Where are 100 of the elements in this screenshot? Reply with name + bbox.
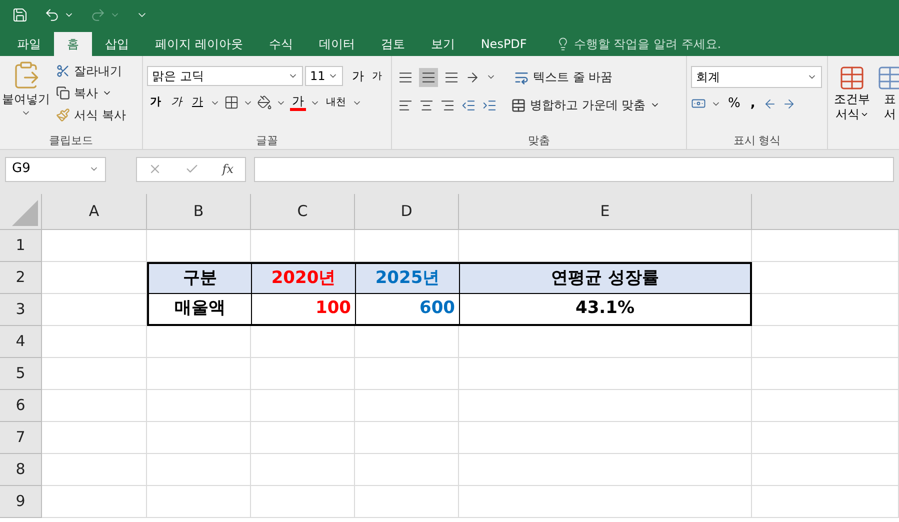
- grid-cell[interactable]: [459, 454, 752, 486]
- name-box[interactable]: G9: [5, 156, 106, 182]
- font-color-button[interactable]: 가: [290, 94, 306, 111]
- grid-cell[interactable]: [459, 326, 752, 358]
- ribbon-tab[interactable]: 파일: [4, 32, 54, 56]
- conditional-formatting-button[interactable]: 조건부 서식: [834, 64, 870, 149]
- grow-font-button[interactable]: 가: [349, 67, 367, 85]
- grid-cell[interactable]: [147, 358, 251, 390]
- grid-cell[interactable]: [752, 294, 899, 326]
- font-name-field[interactable]: 맑은 고딕: [147, 66, 303, 86]
- grid-cell[interactable]: [459, 390, 752, 422]
- grid-cell[interactable]: [147, 454, 251, 486]
- grid-cell[interactable]: [147, 230, 251, 262]
- grid-cell[interactable]: [752, 422, 899, 454]
- grid-cell[interactable]: [42, 454, 147, 486]
- column-header[interactable]: [752, 194, 899, 230]
- grid-cell[interactable]: [147, 422, 251, 454]
- grid-cell[interactable]: [752, 358, 899, 390]
- grid-cell[interactable]: [355, 454, 459, 486]
- row-header[interactable]: 5: [0, 358, 42, 390]
- row-header[interactable]: 8: [0, 454, 42, 486]
- grid-cell[interactable]: [355, 390, 459, 422]
- grid-cell[interactable]: [42, 262, 147, 294]
- paste-button[interactable]: 붙여넣기: [0, 60, 52, 133]
- grid-cell[interactable]: [752, 390, 899, 422]
- percent-button[interactable]: %: [726, 94, 742, 114]
- grid-cell[interactable]: [147, 486, 251, 518]
- merge-center-button[interactable]: 병합하고 가운데 맞춤: [507, 94, 664, 116]
- phonetic-button[interactable]: 내천: [324, 95, 348, 110]
- grid-cell[interactable]: [752, 486, 899, 518]
- align-bottom-icon[interactable]: [444, 70, 459, 84]
- fill-color-icon[interactable]: [257, 95, 272, 110]
- font-size-field[interactable]: 11: [305, 66, 343, 86]
- ribbon-tab[interactable]: 페이지 레이아웃: [142, 32, 256, 56]
- grid-cell[interactable]: [251, 390, 355, 422]
- ribbon-tab[interactable]: 수식: [256, 32, 306, 56]
- grid-cell[interactable]: [42, 326, 147, 358]
- italic-button[interactable]: 가: [168, 94, 185, 111]
- ribbon-tab[interactable]: 삽입: [92, 32, 142, 56]
- row-header[interactable]: 9: [0, 486, 42, 518]
- grid-cell[interactable]: [251, 422, 355, 454]
- grid-cell[interactable]: [459, 230, 752, 262]
- grid-cell[interactable]: [355, 486, 459, 518]
- redo-icon[interactable]: [90, 7, 106, 23]
- column-header[interactable]: B: [147, 194, 251, 230]
- undo-icon[interactable]: [44, 7, 60, 23]
- grid-cell[interactable]: [42, 358, 147, 390]
- tell-me-field[interactable]: 수행할 작업을 알려 주세요.: [574, 35, 722, 53]
- row-header[interactable]: 4: [0, 326, 42, 358]
- number-format-field[interactable]: 회계: [691, 66, 822, 88]
- bold-button[interactable]: 가: [147, 94, 164, 111]
- grid-cell[interactable]: [752, 230, 899, 262]
- align-left-icon[interactable]: [398, 98, 413, 112]
- column-header[interactable]: C: [251, 194, 355, 230]
- grid-cell[interactable]: [459, 486, 752, 518]
- shrink-font-button[interactable]: 가: [369, 68, 385, 84]
- grid-cell[interactable]: [251, 358, 355, 390]
- decrease-indent-icon[interactable]: [461, 98, 476, 112]
- grid-cell[interactable]: [147, 390, 251, 422]
- grid-cell[interactable]: [42, 230, 147, 262]
- grid-cell[interactable]: [42, 486, 147, 518]
- align-center-icon[interactable]: [419, 98, 434, 112]
- underline-button[interactable]: 가: [189, 94, 206, 111]
- format-painter-button[interactable]: 서식 복사: [52, 104, 130, 126]
- grid-cell[interactable]: [355, 326, 459, 358]
- grid-cell[interactable]: [459, 358, 752, 390]
- grid-cell[interactable]: [251, 486, 355, 518]
- grid-cell[interactable]: [752, 326, 899, 358]
- grid-cell[interactable]: [752, 454, 899, 486]
- format-as-table-button[interactable]: 표 서: [876, 64, 899, 149]
- increase-indent-icon[interactable]: [482, 98, 497, 112]
- insert-function-button[interactable]: fx: [222, 160, 234, 178]
- grid-cell[interactable]: [355, 422, 459, 454]
- grid-cell[interactable]: [752, 262, 899, 294]
- row-header[interactable]: 6: [0, 390, 42, 422]
- ribbon-tab[interactable]: NesPDF: [468, 32, 540, 56]
- row-header[interactable]: 2: [0, 262, 42, 294]
- row-header[interactable]: 7: [0, 422, 42, 454]
- grid-cell[interactable]: [42, 390, 147, 422]
- grid-cell[interactable]: [355, 230, 459, 262]
- align-top-icon[interactable]: [398, 70, 413, 84]
- grid-cell[interactable]: [42, 422, 147, 454]
- comma-button[interactable]: ,: [747, 94, 758, 114]
- grid-cell[interactable]: [251, 326, 355, 358]
- formula-input[interactable]: [254, 156, 894, 182]
- grid-cell[interactable]: [251, 230, 355, 262]
- row-header[interactable]: 3: [0, 294, 42, 326]
- ribbon-tab[interactable]: 검토: [368, 32, 418, 56]
- column-header[interactable]: D: [355, 194, 459, 230]
- align-middle-icon[interactable]: [421, 70, 436, 84]
- save-icon[interactable]: [12, 7, 28, 23]
- grid-cell[interactable]: [42, 294, 147, 326]
- ribbon-tab[interactable]: 데이터: [306, 32, 368, 56]
- ribbon-tab[interactable]: 보기: [418, 32, 468, 56]
- grid-cell[interactable]: [251, 454, 355, 486]
- wrap-text-button[interactable]: 텍스트 줄 바꿈: [510, 66, 617, 88]
- grid-cell[interactable]: [147, 326, 251, 358]
- grid-cell[interactable]: [459, 422, 752, 454]
- row-header[interactable]: 1: [0, 230, 42, 262]
- copy-button[interactable]: 복사: [52, 82, 130, 104]
